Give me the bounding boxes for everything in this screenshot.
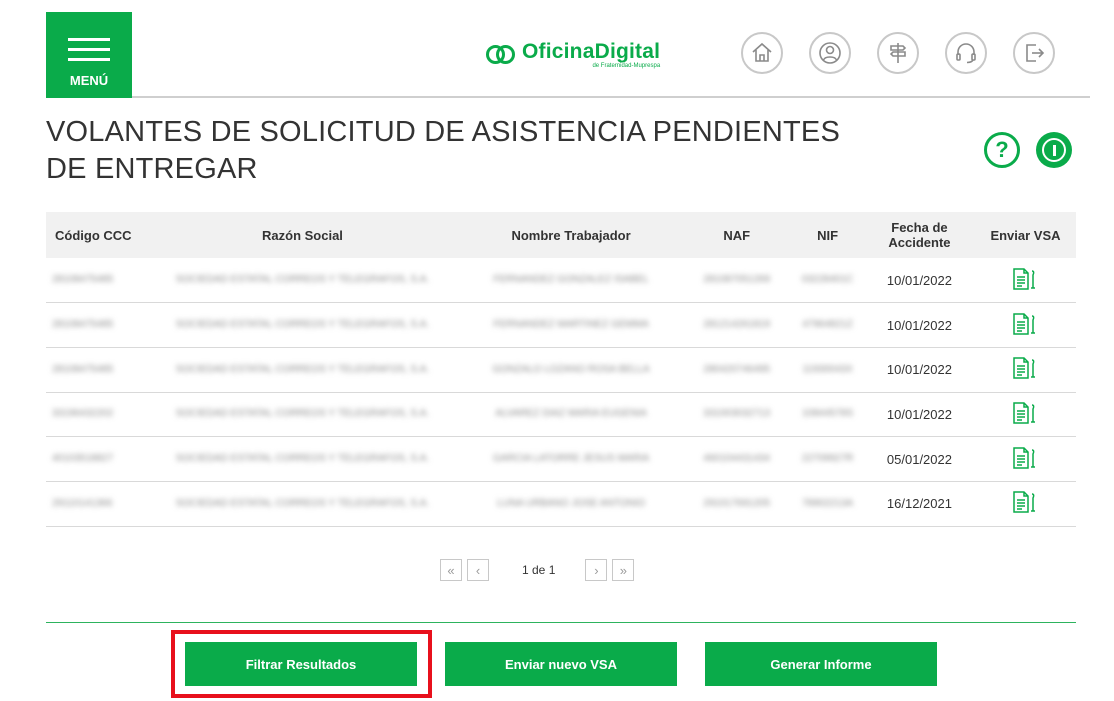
prev-page-button[interactable]: ‹ [467, 559, 489, 581]
column-header-ccc[interactable]: Código CCC [46, 212, 145, 258]
column-header-naf[interactable]: NAF [682, 212, 792, 258]
cell-enviar-vsa [974, 258, 1076, 304]
cell-nombre-trabajador: ALVAREZ DIAZ MARIA EUGENIA [460, 392, 683, 438]
send-vsa-document-icon[interactable] [1011, 267, 1039, 291]
cell-enviar-vsa [974, 436, 1076, 482]
page-title: VOLANTES DE SOLICITUD DE ASISTENCIA PEND… [46, 116, 840, 185]
column-header-enviar-vsa: Enviar VSA [974, 212, 1076, 258]
cell-fecha-accidente: 10/01/2022 [863, 392, 975, 438]
cell-razon-social: SOCIEDAD ESTATAL CORREOS Y TELEGRAFOS, S… [144, 347, 460, 393]
cell-ccc: 28108475485 [46, 302, 145, 348]
column-header-nif[interactable]: NIF [791, 212, 864, 258]
column-header-razon-social[interactable]: Razón Social [144, 212, 460, 258]
signpost-button[interactable] [877, 32, 919, 74]
headset-icon [956, 43, 976, 64]
table-row: 28108475485 SOCIEDAD ESTATAL CORREOS Y TE… [46, 302, 1076, 348]
cell-razon-social: SOCIEDAD ESTATAL CORREOS Y TELEGRAFOS, S… [144, 481, 460, 527]
logo-text: OficinaDigital [522, 40, 661, 63]
cell-naf: 331003032713 [682, 392, 792, 438]
table-row: 28108475485 SOCIEDAD ESTATAL CORREOS Y TE… [46, 347, 1076, 393]
user-icon [819, 42, 841, 64]
cell-ccc: 29110141366 [46, 481, 145, 527]
footer-divider [46, 622, 1076, 623]
cell-nombre-trabajador: FERNANDEZ MARTINEZ GEMMA [460, 302, 683, 348]
column-header-fecha-accidente[interactable]: Fecha de Accidente [863, 212, 975, 258]
signpost-icon [889, 43, 907, 63]
cell-nombre-trabajador: LUNA URBANO JOSE ANTONIO [460, 481, 683, 527]
vsa-table: Código CCC Razón Social Nombre Trabajado… [46, 212, 1076, 527]
next-page-button[interactable]: › [585, 559, 608, 581]
support-button[interactable] [945, 32, 987, 74]
cell-naf: 460104431434 [682, 436, 792, 482]
cell-nif: 47964821Z [791, 302, 864, 348]
cell-fecha-accidente: 16/12/2021 [863, 481, 975, 527]
home-icon [752, 42, 772, 62]
table-header-row: Código CCC Razón Social Nombre Trabajado… [46, 212, 1076, 258]
cell-fecha-accidente: 10/01/2022 [863, 347, 975, 393]
send-vsa-document-icon[interactable] [1011, 490, 1039, 514]
send-vsa-document-icon[interactable] [1011, 356, 1039, 380]
send-vsa-document-icon[interactable] [1011, 446, 1039, 470]
info-icon[interactable] [1036, 132, 1072, 168]
cell-enviar-vsa [974, 347, 1076, 393]
enviar-nuevo-vsa-button[interactable]: Enviar nuevo VSA [445, 642, 677, 686]
header: MENÚ OficinaDigital de Fraternidad-Mupre… [46, 12, 1090, 98]
hamburger-icon [68, 38, 110, 68]
page-indicator: 1 de 1 [522, 563, 556, 577]
cell-razon-social: SOCIEDAD ESTATAL CORREOS Y TELEGRAFOS, S… [144, 258, 460, 304]
cell-enviar-vsa [974, 481, 1076, 527]
cell-nombre-trabajador: FERNANDEZ GONZALEZ ISABEL [460, 258, 683, 304]
cell-ccc: 40103518827 [46, 436, 145, 482]
last-page-button[interactable]: » [612, 559, 635, 581]
cell-razon-social: SOCIEDAD ESTATAL CORREOS Y TELEGRAFOS, S… [144, 392, 460, 438]
cell-enviar-vsa [974, 392, 1076, 438]
table-row: 28108475485 SOCIEDAD ESTATAL CORREOS Y TE… [46, 258, 1076, 304]
menu-button[interactable]: MENÚ [46, 12, 132, 98]
cell-nif: 22709927R [791, 436, 864, 482]
cell-nif: 03228401C [791, 258, 864, 304]
filtrar-resultados-button[interactable]: Filtrar Resultados [185, 642, 417, 686]
logo: OficinaDigital de Fraternidad-Muprespa [486, 35, 660, 75]
menu-label: MENÚ [69, 73, 109, 88]
logo-rings-icon [486, 45, 516, 65]
send-vsa-document-icon[interactable] [1011, 312, 1039, 336]
cell-fecha-accidente: 05/01/2022 [863, 436, 975, 482]
cell-naf: 281087051269 [682, 258, 792, 304]
table-row: 29110141366 SOCIEDAD ESTATAL CORREOS Y TE… [46, 481, 1076, 527]
help-icon[interactable]: ? [984, 132, 1020, 168]
pagination: « ‹ 1 de 1 › » [440, 559, 639, 581]
table-row: 33196432202 SOCIEDAD ESTATAL CORREOS Y TE… [46, 392, 1076, 438]
cell-fecha-accidente: 10/01/2022 [863, 258, 975, 304]
logout-button[interactable] [1013, 32, 1055, 74]
cell-razon-social: SOCIEDAD ESTATAL CORREOS Y TELEGRAFOS, S… [144, 302, 460, 348]
cell-ccc: 33196432202 [46, 392, 145, 438]
cell-nif: 11930043X [791, 347, 864, 393]
cell-naf: 291017691205 [682, 481, 792, 527]
cell-razon-social: SOCIEDAD ESTATAL CORREOS Y TELEGRAFOS, S… [144, 436, 460, 482]
cell-naf: 281214261819 [682, 302, 792, 348]
user-button[interactable] [809, 32, 851, 74]
generar-informe-button[interactable]: Generar Informe [705, 642, 937, 686]
first-page-button[interactable]: « [440, 559, 462, 581]
cell-naf: 280420746495 [682, 347, 792, 393]
cell-nif: 10844578S [791, 392, 864, 438]
column-header-nombre-trabajador[interactable]: Nombre Trabajador [460, 212, 683, 258]
cell-ccc: 28108475485 [46, 347, 145, 393]
table-row: 40103518827 SOCIEDAD ESTATAL CORREOS Y TE… [46, 436, 1076, 482]
cell-nif: 78902213A [791, 481, 864, 527]
cell-nombre-trabajador: GONZALO LOZANO ROSA BELLA [460, 347, 683, 393]
logout-icon [1026, 44, 1045, 62]
cell-fecha-accidente: 10/01/2022 [863, 302, 975, 348]
cell-nombre-trabajador: GARCIA LATORRE JESUS MARIA [460, 436, 683, 482]
send-vsa-document-icon[interactable] [1011, 401, 1039, 425]
logo-subtext: de Fraternidad-Muprespa [592, 63, 661, 69]
cell-ccc: 28108475485 [46, 258, 145, 304]
home-button[interactable] [741, 32, 783, 74]
cell-enviar-vsa [974, 302, 1076, 348]
